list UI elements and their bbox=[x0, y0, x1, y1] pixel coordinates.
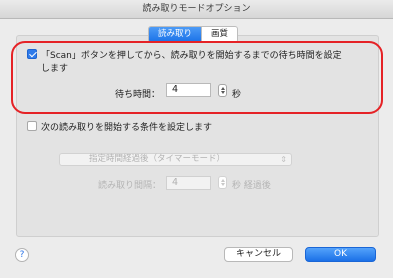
scan-mode-selected: 指定時間経過後（タイマーモード） bbox=[89, 154, 226, 164]
window-title: 読み取りモードオプション bbox=[0, 0, 393, 19]
cancel-button[interactable]: キャンセル bbox=[224, 247, 293, 262]
interval-input[interactable]: 4 bbox=[166, 176, 211, 190]
tab-scan[interactable]: 読み取り bbox=[149, 27, 202, 42]
wait-time-label-line1: 「Scan」ボタンを押してから、読み取りを開始するまでの待ち時間を設定 bbox=[41, 51, 342, 61]
scan-mode-select[interactable]: 指定時間経過後（タイマーモード） ⇕ bbox=[59, 153, 292, 166]
next-scan-label: 次の読み取りを開始する条件を設定します bbox=[41, 123, 213, 133]
wait-time-checkbox[interactable] bbox=[27, 49, 37, 59]
wait-time-input[interactable]: 4 bbox=[166, 83, 211, 97]
wait-time-unit: 秒 bbox=[232, 90, 242, 100]
interval-stepper[interactable] bbox=[218, 176, 227, 189]
wait-time-stepper[interactable] bbox=[218, 84, 227, 97]
wait-time-label: 待ち時間： bbox=[115, 90, 161, 100]
wait-time-label-line2: します bbox=[41, 64, 69, 74]
next-scan-checkbox[interactable] bbox=[27, 121, 37, 131]
interval-label: 読み取り間隔： bbox=[98, 181, 162, 191]
ok-button[interactable]: OK bbox=[305, 247, 376, 262]
chevron-updown-icon: ⇕ bbox=[280, 155, 287, 164]
interval-unit: 秒 経過後 bbox=[232, 181, 271, 191]
help-icon[interactable]: ? bbox=[15, 248, 29, 262]
tab-image-quality[interactable]: 画質 bbox=[201, 27, 237, 42]
